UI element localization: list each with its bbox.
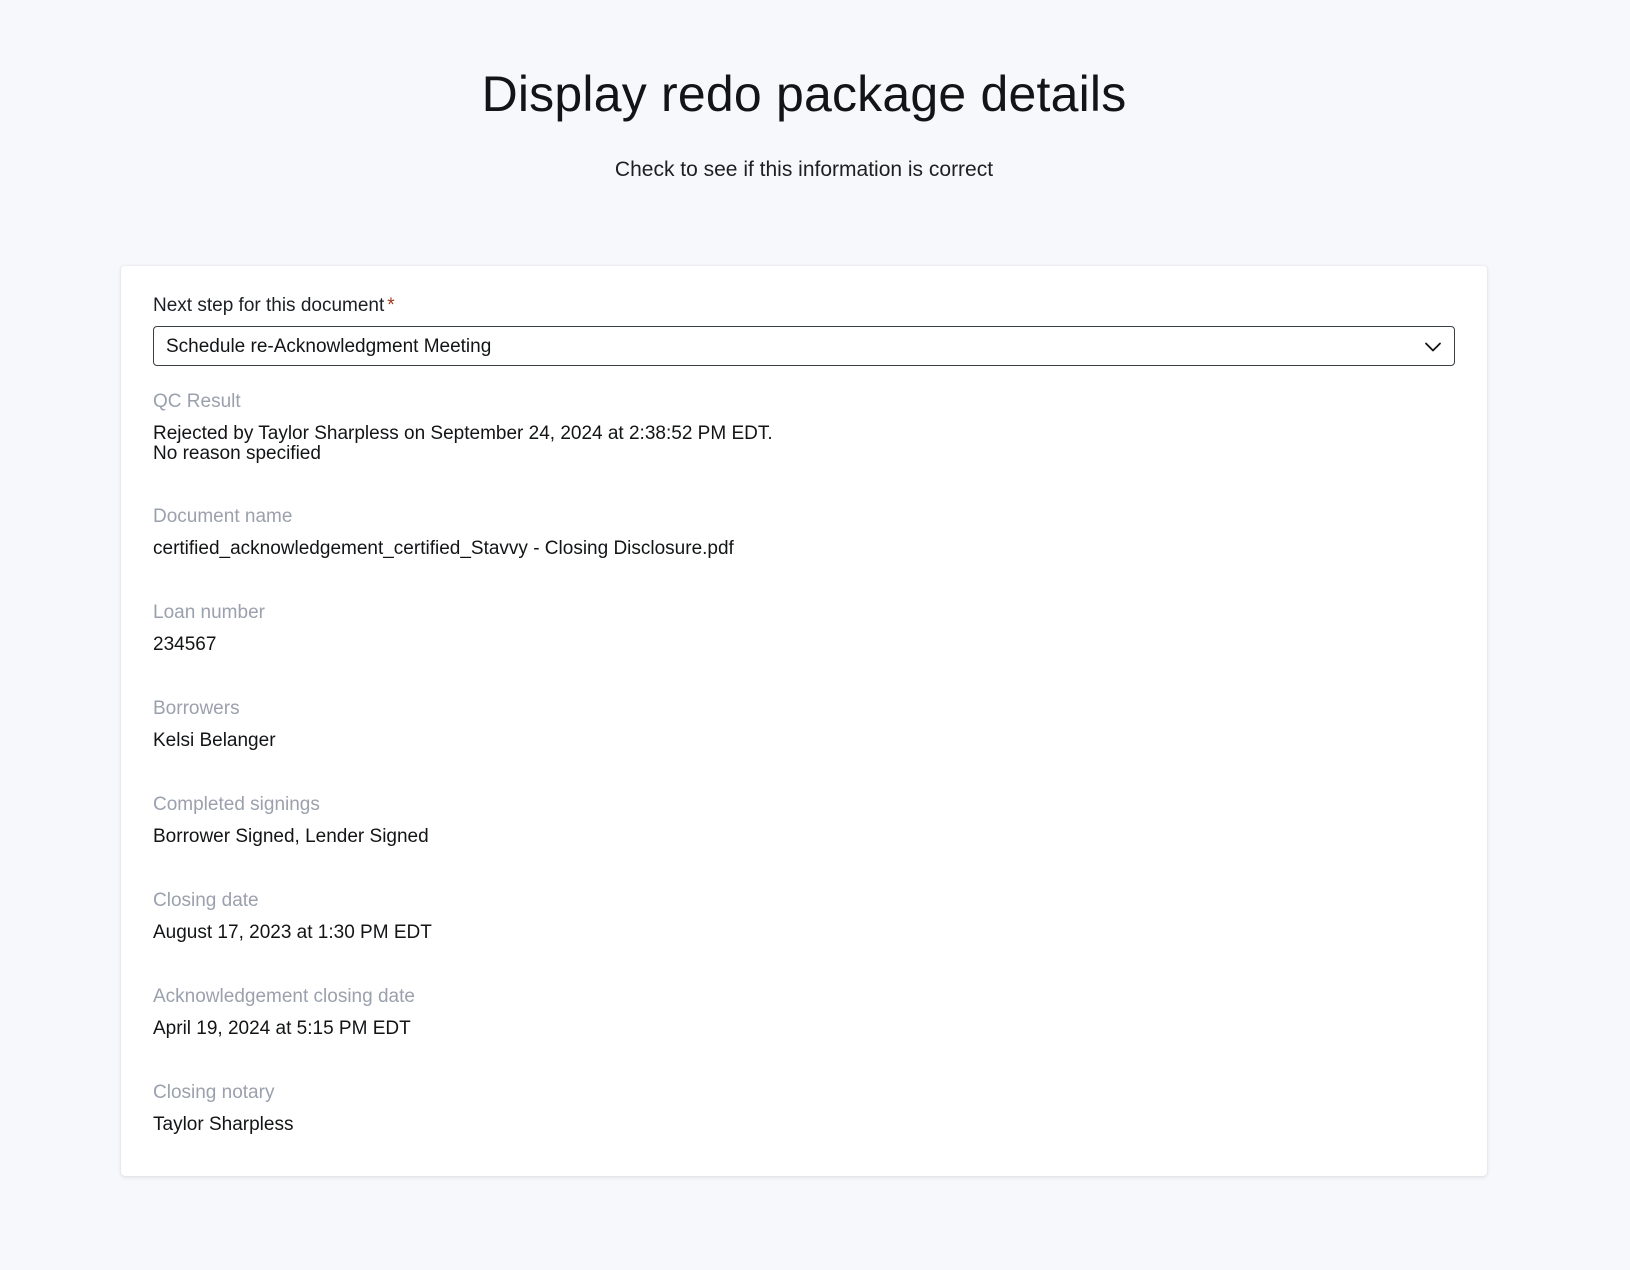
page-subtitle: Check to see if this information is corr… — [614, 158, 994, 181]
document-name-value: certified_acknowledgement_certified_Stav… — [153, 538, 734, 559]
next-step-label: Next step for this document * — [153, 294, 395, 318]
completed-signings-label: Completed signings — [153, 794, 320, 815]
required-marker: * — [387, 295, 395, 316]
closing-date-label: Closing date — [153, 890, 259, 911]
qc-result-group: QC Result Rejected by Taylor Sharpless o… — [153, 390, 773, 464]
closing-date-value: August 17, 2023 at 1:30 PM EDT — [153, 922, 432, 943]
borrowers-group: Borrowers Kelsi Belanger — [153, 697, 276, 751]
closing-notary-value: Taylor Sharpless — [153, 1114, 294, 1135]
completed-signings-group: Completed signings Borrower Signed, Lend… — [153, 793, 429, 847]
qc-result-label: QC Result — [153, 391, 241, 412]
document-name-label: Document name — [153, 506, 293, 527]
loan-number-group: Loan number 234567 — [153, 601, 265, 655]
document-name-group: Document name certified_acknowledgement_… — [153, 505, 734, 559]
closing-notary-label: Closing notary — [153, 1082, 275, 1103]
next-step-label-text: Next step for this document — [153, 295, 385, 316]
completed-signings-value: Borrower Signed, Lender Signed — [153, 826, 429, 847]
closing-notary-group: Closing notary Taylor Sharpless — [153, 1081, 293, 1135]
loan-number-label: Loan number — [153, 602, 265, 623]
acknowledgement-closing-date-group: Acknowledgement closing date April 19, 2… — [153, 985, 415, 1039]
closing-date-group: Closing date August 17, 2023 at 1:30 PM … — [153, 889, 432, 943]
acknowledgement-closing-date-label: Acknowledgement closing date — [153, 986, 415, 1007]
package-details-card: Next step for this document * Schedule re… — [121, 266, 1487, 1176]
acknowledgement-closing-date-value: April 19, 2024 at 5:15 PM EDT — [153, 1018, 411, 1039]
next-step-select[interactable]: Schedule re-Acknowledgment Meeting — [153, 326, 1455, 366]
borrowers-label: Borrowers — [153, 698, 240, 719]
qc-result-value: Rejected by Taylor Sharpless on Septembe… — [153, 424, 773, 464]
borrowers-value: Kelsi Belanger — [153, 730, 276, 751]
qc-result-line-1: Rejected by Taylor Sharpless on Septembe… — [153, 423, 773, 444]
loan-number-value: 234567 — [153, 634, 217, 655]
page-title: Display redo package details — [481, 66, 1127, 122]
chevron-down-icon — [1425, 342, 1441, 352]
qc-result-line-2: No reason specified — [153, 443, 321, 464]
next-step-selected-value: Schedule re-Acknowledgment Meeting — [166, 336, 492, 357]
